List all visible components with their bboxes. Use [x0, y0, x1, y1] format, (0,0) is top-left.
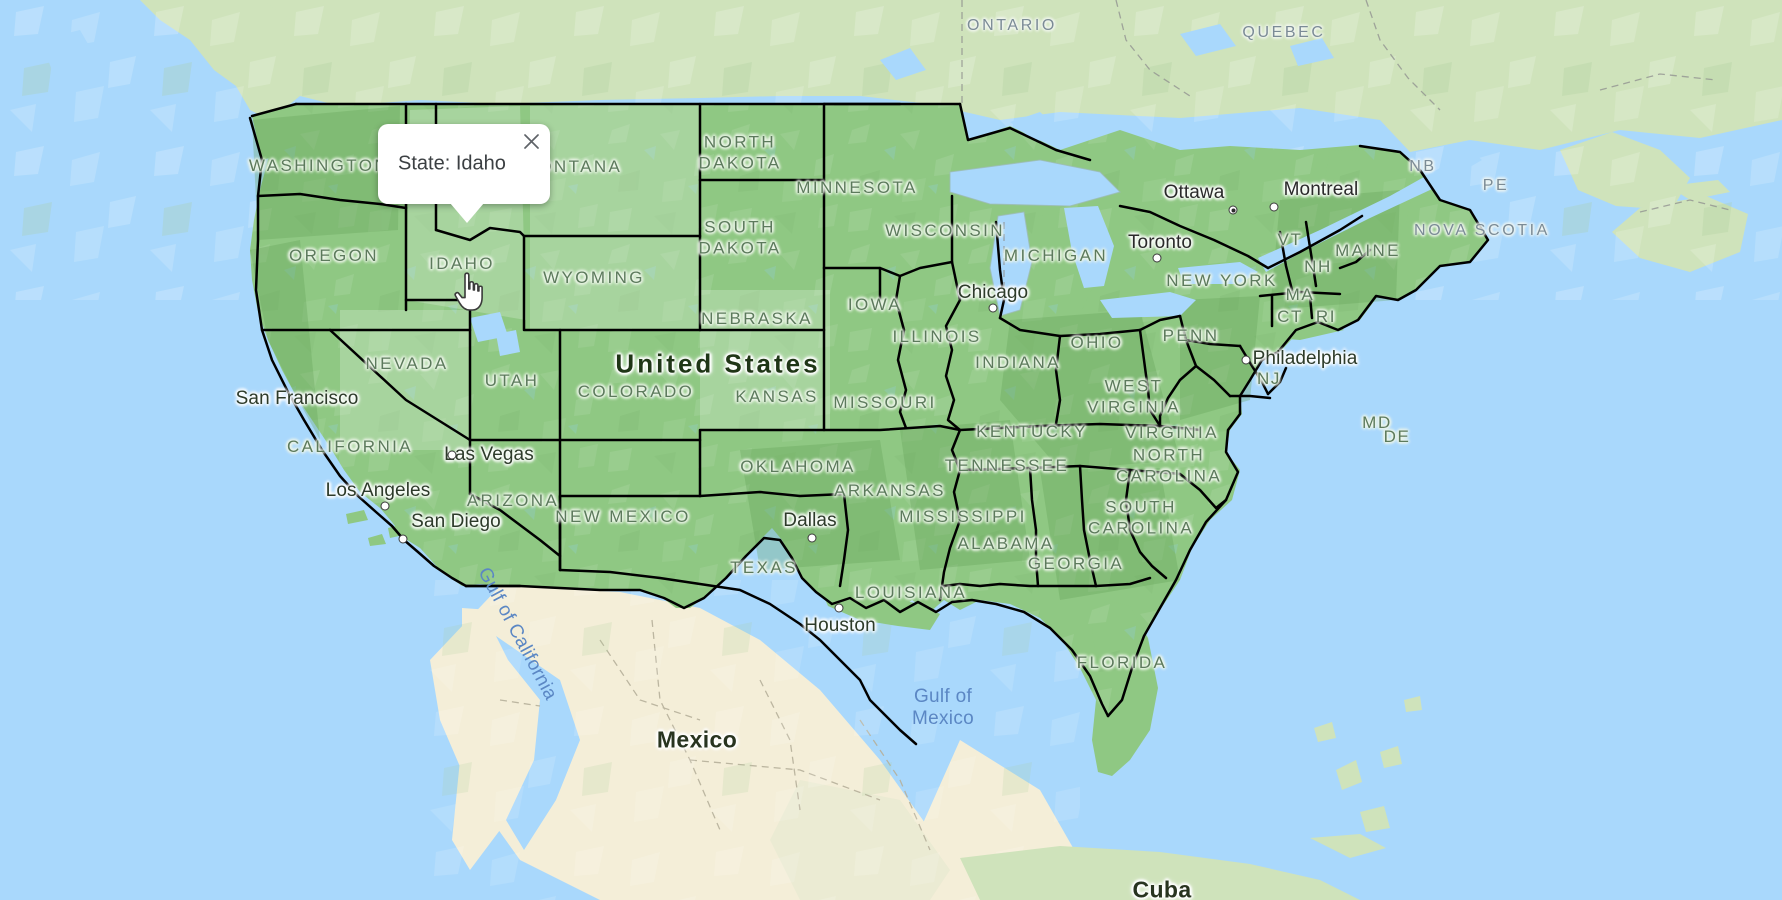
- usa-highlighted-landmass: [250, 104, 1488, 776]
- info-window[interactable]: State: Idaho: [378, 124, 550, 223]
- close-icon[interactable]: [518, 128, 544, 154]
- bahamas-islands: [1314, 696, 1422, 832]
- map-base-layer[interactable]: [0, 0, 1782, 900]
- info-window-text: State: Idaho: [398, 152, 506, 175]
- close-x-glyph: [523, 133, 539, 149]
- mexico-landmass: [420, 580, 1080, 900]
- info-window-tail: [450, 203, 484, 223]
- cuba-landmass: [960, 834, 1386, 900]
- map-canvas[interactable]: WASHINGTON OREGON IDAHO MONTANA NORTH DAKOTA…: [0, 0, 1782, 900]
